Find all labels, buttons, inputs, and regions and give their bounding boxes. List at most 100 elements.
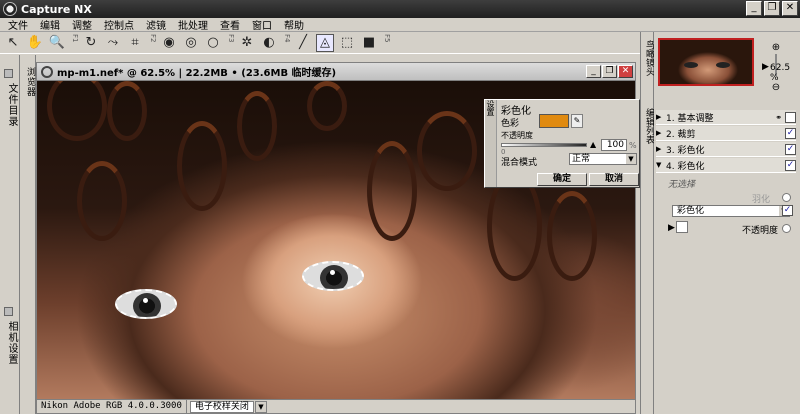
expand-icon[interactable]: ▶ — [656, 129, 666, 137]
minimize-button[interactable]: _ — [746, 1, 762, 16]
marquee-icon[interactable]: ⬚ — [338, 34, 356, 52]
window-controls: _ ❐ ✕ — [746, 1, 798, 16]
blend-mode-select[interactable]: 正常 ▼ — [569, 153, 637, 165]
cancel-button[interactable]: 取消 — [589, 173, 639, 186]
thumbnail-eye — [716, 62, 730, 68]
hair-curl — [47, 81, 107, 141]
menu-view[interactable]: 查看 — [214, 17, 246, 32]
hand-icon[interactable]: ✋ — [26, 34, 44, 52]
eye-highlight — [143, 298, 148, 303]
edit-step-4[interactable]: ▼ 4. 彩色化 ✓ — [656, 158, 796, 173]
document-title: mp-m1.nef* @ 62.5% | 22.2MB • (23.6MB 临时… — [57, 68, 337, 79]
rotate-icon[interactable]: ↻ — [82, 34, 100, 52]
edit-step-3[interactable]: ▶ 3. 彩色化 ✓ — [656, 142, 796, 157]
thumbnail-eye — [684, 62, 698, 68]
feather-radio[interactable] — [782, 193, 791, 202]
slider-thumb-icon[interactable]: ▲ — [590, 140, 596, 149]
colorize-dialog: 设置 彩色化 色彩 ✎ 不透明度 0 ▲ 100 % 混合模式 正常 ▼ 确定 … — [484, 99, 640, 188]
step-checkbox[interactable]: ✓ — [785, 127, 796, 139]
tab-camera-settings[interactable]: 相机设置 — [3, 321, 17, 365]
black-control-point-icon[interactable]: ◉ — [160, 34, 178, 52]
crop-icon[interactable]: ⌗ — [126, 34, 144, 52]
zoom-in-icon[interactable]: ⊕ — [770, 42, 782, 54]
edit-blend-mode-select[interactable]: 彩色化 ▼ — [672, 205, 790, 217]
direct-select-icon[interactable]: ↖ — [4, 34, 22, 52]
toolbar-grip-f1[interactable]: F1 — [70, 34, 79, 52]
document-titlebar: mp-m1.nef* @ 62.5% | 22.2MB • (23.6MB 临时… — [37, 63, 635, 81]
dialog-settings-tab[interactable]: 设置 — [485, 100, 497, 187]
menu-batch[interactable]: 批处理 — [172, 17, 214, 32]
right-eye-selection — [302, 261, 364, 291]
hair-curl — [367, 141, 417, 241]
document-window-controls: _ ❐ ✕ — [586, 65, 633, 78]
edit-step-1[interactable]: ▶ 1. 基本调整 ⚭ — [656, 110, 796, 125]
opacity-slider[interactable] — [501, 143, 587, 147]
tab-browser[interactable]: 浏览器 — [21, 67, 35, 97]
step-checkbox[interactable]: ✓ — [785, 143, 796, 155]
menu-file[interactable]: 文件 — [2, 17, 34, 32]
pin-icon[interactable] — [4, 307, 13, 316]
document-close-button[interactable]: ✕ — [618, 65, 633, 78]
menu-control-points[interactable]: 控制点 — [98, 17, 140, 32]
step-checkbox[interactable] — [785, 111, 796, 123]
toolbar-grip-f2[interactable]: F2 — [148, 34, 157, 52]
opacity-input[interactable]: 100 — [601, 139, 627, 151]
fill-icon[interactable]: ■ — [360, 34, 378, 52]
menu-filter[interactable]: 滤镜 — [140, 17, 172, 32]
tab-file-directory[interactable]: 文件目录 — [3, 83, 17, 127]
menu-bar: 文件 编辑 调整 控制点 滤镜 批处理 查看 窗口 帮助 — [0, 18, 800, 32]
color-label: 色彩 — [501, 119, 520, 129]
white-control-point-icon[interactable]: ○ — [204, 34, 222, 52]
straighten-icon[interactable]: ⤳ — [104, 34, 122, 52]
document-minimize-button[interactable]: _ — [586, 65, 601, 78]
expand-icon[interactable]: ▶ — [656, 113, 666, 121]
maximize-button[interactable]: ❐ — [764, 1, 780, 16]
brush-icon[interactable]: ╱ — [294, 34, 312, 52]
opacity-radio[interactable] — [782, 224, 791, 233]
menu-edit[interactable]: 编辑 — [34, 17, 66, 32]
document-logo-icon — [41, 65, 53, 78]
app-title: Capture NX — [21, 2, 92, 16]
toolbar-grip-f3[interactable]: F3 — [226, 34, 235, 52]
zoom-icon[interactable]: 🔍 — [48, 34, 66, 52]
menu-help[interactable]: 帮助 — [278, 17, 310, 32]
capture-nx-logo-icon — [3, 2, 17, 16]
menu-window[interactable]: 窗口 — [246, 17, 278, 32]
close-button[interactable]: ✕ — [782, 1, 798, 16]
toolbar-grip-f5[interactable]: F5 — [382, 34, 391, 52]
eye-highlight — [330, 270, 335, 275]
toolbar-grip-f4[interactable]: F4 — [282, 34, 291, 52]
document-maximize-button[interactable]: ❐ — [602, 65, 617, 78]
edit-step-2[interactable]: ▶ 2. 裁剪 ✓ — [656, 126, 796, 141]
zoom-out-icon[interactable]: ⊖ — [770, 82, 782, 94]
hair-curl — [307, 81, 347, 131]
browser-tab-strip: 浏览器 — [20, 55, 36, 414]
blend-checkbox[interactable]: ✓ — [782, 205, 793, 216]
ok-button[interactable]: 确定 — [537, 173, 587, 186]
lasso-selection-icon[interactable]: ◬ — [316, 33, 334, 52]
tab-edit-list[interactable]: 编辑列表 — [642, 108, 654, 144]
edit-step-label: 1. 基本调整 — [666, 113, 714, 124]
expand-icon[interactable]: ▶ — [656, 145, 666, 153]
toolbar: ↖ ✋ 🔍 F1 ↻ ⤳ ⌗ F2 ◉ ◎ ○ F3 ✲ ◐ F4 ╱ ◬ ⬚ … — [0, 32, 640, 54]
neutral-control-point-icon[interactable]: ◎ — [182, 34, 200, 52]
red-eye-icon[interactable]: ✲ — [238, 34, 256, 52]
soft-proof-field[interactable]: 电子校样关闭 — [189, 400, 254, 413]
soft-proof-dropdown-icon[interactable]: ▼ — [254, 400, 267, 413]
chevron-down-icon: ▼ — [626, 154, 636, 164]
step-checkbox[interactable]: ✓ — [785, 159, 796, 171]
opacity-label: 不透明度 — [501, 131, 533, 140]
color-swatch[interactable] — [539, 114, 569, 128]
feather-label: 羽化 — [752, 195, 771, 205]
menu-adjust[interactable]: 调整 — [66, 17, 98, 32]
app-titlebar: Capture NX _ ❐ ✕ — [0, 0, 800, 18]
tab-birds-eye[interactable]: 鸟瞰镜头 — [642, 40, 654, 76]
hair-curl — [177, 121, 227, 211]
collapse-icon[interactable]: ▼ — [656, 161, 666, 169]
birds-eye-thumbnail[interactable] — [658, 38, 754, 86]
opacity-expand-icon[interactable]: ▶ — [668, 223, 675, 233]
auto-retouch-icon[interactable]: ◐ — [260, 34, 278, 52]
pin-icon[interactable] — [4, 69, 13, 78]
zoom-pointer-icon: ▶ — [762, 62, 769, 72]
eyedropper-icon[interactable]: ✎ — [571, 114, 583, 128]
